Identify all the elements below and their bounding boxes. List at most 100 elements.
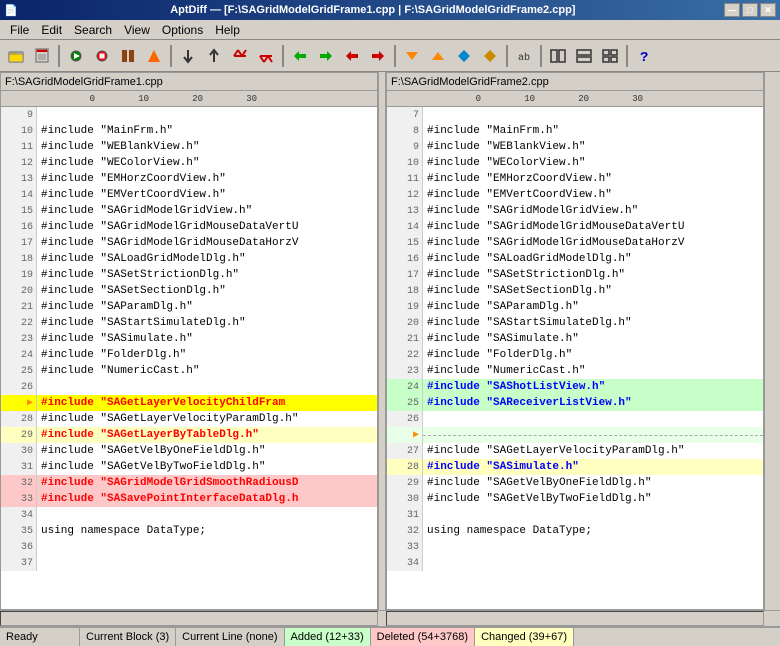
table-row: 30#include "SAGetVelByOneFieldDlg.h" [1,443,377,459]
toolbar-help-btn[interactable]: ? [632,44,656,68]
hscroll-corner [764,611,780,626]
content-area: F:\SAGridModelGridFrame1.cpp 0 10 20 30 … [0,72,780,610]
horizontal-scroll-area [0,610,780,626]
toolbar-btn-5[interactable] [116,44,140,68]
toolbar-btn-21[interactable] [572,44,596,68]
right-file-path: F:\SAGridModelGridFrame2.cpp [391,76,549,88]
left-file-path: F:\SAGridModelGridFrame1.cpp [5,76,163,88]
right-ruler-text: 0 10 20 30 [427,94,643,104]
right-code-area[interactable]: 7 8#include "MainFrm.h" 9#include "WEBla… [387,107,763,609]
table-row: 28#include "SAGetLayerVelocityParamDlg.h… [1,411,377,427]
table-row: 37 [1,555,377,571]
table-row: 34 [1,507,377,523]
menu-search[interactable]: Search [68,21,118,39]
table-row: 15#include "SAGridModelGridMouseDataHorz… [387,235,763,251]
toolbar-btn-6[interactable] [142,44,166,68]
left-hscroll[interactable] [0,611,378,626]
toolbar-btn-20[interactable] [546,44,570,68]
toolbar-btn-1[interactable] [4,44,28,68]
close-button[interactable]: ✕ [760,3,776,17]
right-hscroll[interactable] [386,611,764,626]
menu-edit[interactable]: Edit [35,21,68,39]
toolbar-separator-5 [506,45,508,67]
table-row: 16#include "SAGridModelGridMouseDataVert… [1,219,377,235]
table-row: 29#include "SAGetLayerByTableDlg.h" [1,427,377,443]
toolbar-btn-15[interactable] [400,44,424,68]
toolbar-btn-10[interactable] [254,44,278,68]
table-row: 28#include "SASimulate.h" [387,459,763,475]
status-ready: Ready [0,628,80,646]
status-changed: Changed (39+67) [475,628,574,646]
status-current-block: Current Block (3) [80,628,176,646]
toolbar-btn-4[interactable] [90,44,114,68]
toolbar-separator-4 [394,45,396,67]
toolbar-btn-14[interactable] [366,44,390,68]
toolbar-btn-9[interactable] [228,44,252,68]
table-row: 18#include "SALoadGridModelDlg.h" [1,251,377,267]
toolbar-btn-3[interactable] [64,44,88,68]
toolbar-btn-17[interactable] [452,44,476,68]
table-row: 17#include "SAGridModelGridMouseDataHorz… [1,235,377,251]
minimize-button[interactable]: — [724,3,740,17]
right-pane-header: F:\SAGridModelGridFrame2.cpp [387,73,763,91]
pane-splitter[interactable] [378,72,386,610]
table-row: 9#include "WEBlankView.h" [387,139,763,155]
right-ruler: 0 10 20 30 [387,91,763,107]
table-row: 22#include "SAStartSimulateDlg.h" [1,315,377,331]
table-row: 23#include "NumericCast.h" [387,363,763,379]
table-row: 8#include "MainFrm.h" [387,123,763,139]
toolbar-btn-19[interactable]: ab [512,44,536,68]
toolbar: ab ? [0,40,780,72]
toolbar-btn-7[interactable] [176,44,200,68]
toolbar-btn-11[interactable] [288,44,312,68]
status-added-text: Added (12+33) [291,631,364,643]
table-row: 34 [387,555,763,571]
status-deleted: Deleted (54+3768) [371,628,475,646]
status-deleted-text: Deleted (54+3768) [377,631,468,643]
table-row: 16#include "SALoadGridModelDlg.h" [387,251,763,267]
table-row: 18#include "SASetSectionDlg.h" [387,283,763,299]
table-row: 10#include "WEColorView.h" [387,155,763,171]
hscroll-splitter [378,611,386,626]
status-block-text: Current Block (3) [86,631,169,643]
toolbar-btn-18[interactable] [478,44,502,68]
menu-view[interactable]: View [118,21,156,39]
table-row: 23#include "SASimulate.h" [1,331,377,347]
table-row: 9 [1,107,377,123]
table-row: 25#include "NumericCast.h" [1,363,377,379]
maximize-button[interactable]: □ [742,3,758,17]
toolbar-separator-7 [626,45,628,67]
current-line-marker: ▶ [27,397,33,409]
toolbar-separator-2 [170,45,172,67]
toolbar-btn-2[interactable] [30,44,54,68]
table-row: 26 [1,379,377,395]
table-row: 20#include "SASetSectionDlg.h" [1,283,377,299]
table-row: 14#include "SAGridModelGridMouseDataVert… [387,219,763,235]
toolbar-btn-16[interactable] [426,44,450,68]
left-code-area[interactable]: 9 10#include "MainFrm.h" 11#include "WEB… [1,107,377,609]
menu-help[interactable]: Help [209,21,246,39]
table-row: 32using namespace DataType; [387,523,763,539]
table-row: 31#include "SAGetVelByTwoFieldDlg.h" [1,459,377,475]
toolbar-btn-12[interactable] [314,44,338,68]
toolbar-btn-22[interactable] [598,44,622,68]
right-pane: F:\SAGridModelGridFrame2.cpp 0 10 20 30 … [386,72,764,610]
table-row: 13#include "SAGridModelGridView.h" [387,203,763,219]
menu-options[interactable]: Options [156,21,209,39]
toolbar-btn-8[interactable] [202,44,226,68]
table-row: 15#include "SAGridModelGridView.h" [1,203,377,219]
table-row: 29#include "SAGetVelByOneFieldDlg.h" [387,475,763,491]
window-controls: — □ ✕ [724,3,776,17]
menu-file[interactable]: File [4,21,35,39]
table-row: 11#include "EMHorzCoordView.h" [387,171,763,187]
table-row: 11#include "WEBlankView.h" [1,139,377,155]
toolbar-btn-13[interactable] [340,44,364,68]
right-marker: ▶ [413,429,419,441]
right-scrollbar[interactable] [764,72,780,610]
table-row: 19#include "SASetStrictionDlg.h" [1,267,377,283]
left-ruler-text: 0 10 20 30 [41,94,257,104]
table-row: 35using namespace DataType; [1,523,377,539]
table-row: 12#include "WEColorView.h" [1,155,377,171]
table-row: 27#include "SAGetLayerVelocityParamDlg.h… [387,443,763,459]
right-code-lines: 7 8#include "MainFrm.h" 9#include "WEBla… [387,107,763,609]
